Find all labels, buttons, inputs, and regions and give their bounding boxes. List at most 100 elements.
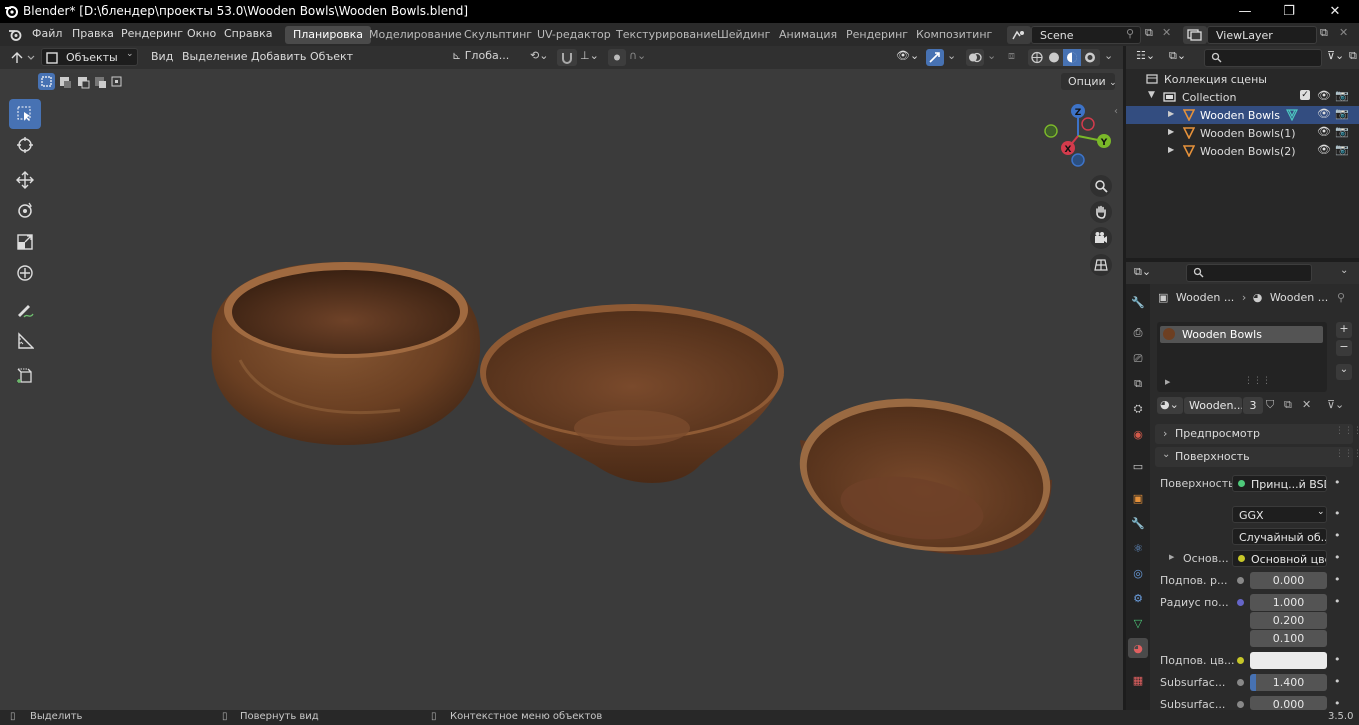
node-link-icon[interactable]: ⊽⌄ <box>1327 398 1344 411</box>
render-camera-icon[interactable]: 📷 <box>1335 143 1349 156</box>
render-camera-icon[interactable]: 📷 <box>1335 89 1349 102</box>
resize-handle-icon[interactable]: ⋮⋮⋮ <box>1244 376 1271 386</box>
tab-rendering[interactable]: Рендеринг <box>838 26 916 44</box>
properties-editor-icon[interactable]: ⧉⌄ <box>1134 265 1151 279</box>
surface-panel-header[interactable]: ⌄ Поверхность ⋮⋮⋮ <box>1155 447 1359 467</box>
outliner-row-scene-collection[interactable]: Коллекция сцены <box>1126 70 1359 88</box>
tab-world-icon[interactable]: ◉ <box>1128 424 1148 444</box>
material-specials-button[interactable]: ⌄ <box>1336 364 1352 380</box>
annotate-tool[interactable] <box>9 295 41 325</box>
scale-tool[interactable] <box>9 227 41 257</box>
keyframe-dot-icon[interactable]: • <box>1334 675 1341 688</box>
display-mode-icon[interactable]: ⧉⌄ <box>1169 49 1186 63</box>
editor-type-button[interactable] <box>8 49 38 66</box>
subsurface-ior-field[interactable]: 1.400 <box>1250 674 1327 691</box>
tab-texture-icon[interactable]: ▦ <box>1128 670 1148 690</box>
subsurface-color-swatch[interactable] <box>1250 652 1327 669</box>
render-camera-icon[interactable]: 📷 <box>1335 107 1349 120</box>
add-material-slot-button[interactable]: + <box>1336 322 1352 338</box>
subsurface-method-dropdown[interactable]: Случайный об... <box>1232 528 1327 545</box>
pan-button[interactable] <box>1090 201 1112 223</box>
expand-arrow-icon[interactable]: ▶ <box>1168 145 1174 154</box>
drag-handle-icon[interactable]: ⋮⋮⋮ <box>1335 426 1359 436</box>
collapse-arrow-icon[interactable]: ▼ <box>1148 90 1155 100</box>
keyframe-dot-icon[interactable]: • <box>1334 476 1341 489</box>
remove-material-slot-button[interactable]: − <box>1336 340 1352 356</box>
expand-arrow-icon[interactable]: ▶ <box>1165 378 1170 386</box>
keyframe-dot-icon[interactable]: • <box>1334 653 1341 666</box>
measure-tool[interactable] <box>9 326 41 356</box>
tab-uv-editing[interactable]: UV-редактор <box>529 26 619 44</box>
expand-arrow-icon[interactable]: ▶ <box>1169 553 1174 561</box>
exclude-checkbox[interactable]: ✓ <box>1300 90 1310 100</box>
tab-data-icon[interactable]: ▽ <box>1128 613 1148 633</box>
keyframe-dot-icon[interactable]: • <box>1334 573 1341 586</box>
tab-object-icon[interactable]: ▣ <box>1128 488 1148 508</box>
tab-material-icon[interactable]: ◕ <box>1128 638 1148 658</box>
shading-menu-chevron-icon[interactable]: ⌄ <box>1104 49 1113 62</box>
base-color-link-field[interactable]: Основной цвет <box>1232 550 1327 567</box>
keyframe-dot-icon[interactable]: • <box>1334 595 1341 608</box>
eye-icon[interactable]: 👁 <box>1317 89 1331 102</box>
close-button[interactable]: ✕ <box>1312 0 1358 23</box>
menu-help[interactable]: Справка <box>224 27 272 40</box>
menu-render[interactable]: Рендеринг <box>121 27 183 40</box>
outliner-search-input[interactable] <box>1204 49 1322 67</box>
eye-icon[interactable]: 👁 <box>1317 125 1331 138</box>
menu-add[interactable]: Добавить <box>251 50 306 63</box>
visibility-selector-icon[interactable]: 👁⌄ <box>896 49 919 62</box>
keyframe-dot-icon[interactable]: • <box>1334 507 1341 520</box>
rotate-tool[interactable] <box>9 196 41 226</box>
subsurface-value-field[interactable]: 0.000 <box>1250 572 1327 589</box>
options-dropdown[interactable]: Опции ⌄ <box>1061 73 1117 90</box>
bowl-1[interactable] <box>211 262 481 445</box>
bowl-2[interactable] <box>480 304 784 484</box>
preview-panel-header[interactable]: › Предпросмотр ⋮⋮⋮ <box>1155 424 1359 444</box>
tab-output-icon[interactable]: ⎚ <box>1128 349 1148 369</box>
view-layer-name-field[interactable]: ViewLayer <box>1207 26 1317 44</box>
delete-view-layer-icon[interactable]: ✕ <box>1339 26 1348 39</box>
perspective-toggle-button[interactable] <box>1090 254 1112 276</box>
snap-target-icon[interactable]: ⊥⌄ <box>580 49 599 62</box>
selection-modes-icon[interactable] <box>38 73 124 90</box>
tab-shading[interactable]: Шейдинг <box>709 26 778 44</box>
move-tool[interactable] <box>9 165 41 195</box>
render-camera-icon[interactable]: 📷 <box>1335 125 1349 138</box>
snap-toggle[interactable] <box>557 49 577 66</box>
tab-animation[interactable]: Анимация <box>771 26 845 44</box>
tab-tool-icon[interactable]: 🔧 <box>1128 292 1148 312</box>
tab-render-icon[interactable]: ⎙ <box>1128 323 1148 343</box>
browse-material-button[interactable]: ◕⌄ <box>1157 397 1183 414</box>
surface-shader-selector[interactable]: Принц...й BSDF <box>1232 475 1327 492</box>
add-cube-tool[interactable] <box>9 361 41 391</box>
subsurface-radius-z-field[interactable]: 0.100 <box>1250 630 1327 647</box>
gizmo-menu-chevron-icon[interactable]: ⌄ <box>947 49 956 62</box>
expand-arrow-icon[interactable]: ▶ <box>1168 127 1174 136</box>
drag-handle-icon[interactable]: ⋮⋮⋮ <box>1335 449 1359 459</box>
keyframe-dot-icon[interactable]: • <box>1334 551 1341 564</box>
transform-orientation-selector[interactable]: ⊾ Глоба... <box>452 49 522 66</box>
bowl-3[interactable] <box>790 383 1060 567</box>
menu-window[interactable]: Окно <box>187 27 216 40</box>
xray-toggle-icon[interactable]: ⧈ <box>1008 49 1015 63</box>
scene-name-field[interactable]: Scene <box>1031 26 1141 44</box>
tab-scene-icon[interactable]: ⛭ <box>1128 399 1148 419</box>
new-collection-icon[interactable]: ⧉ <box>1349 49 1357 63</box>
tab-view-layer-icon[interactable]: ⧉ <box>1128 374 1148 394</box>
new-scene-icon[interactable]: ⧉ <box>1145 26 1153 40</box>
scene-browse-button[interactable] <box>1007 26 1031 44</box>
menu-select[interactable]: Выделение <box>182 50 248 63</box>
user-count-badge[interactable]: 3 <box>1243 397 1263 414</box>
eye-icon[interactable]: 👁 <box>1317 107 1331 120</box>
delete-scene-icon[interactable]: ✕ <box>1162 26 1171 39</box>
minimize-button[interactable]: — <box>1222 0 1268 23</box>
distribution-dropdown[interactable]: GGX ⌄ <box>1232 506 1327 523</box>
material-name-field[interactable]: Wooden... <box>1184 397 1242 414</box>
subsurface-radius-y-field[interactable]: 0.200 <box>1250 612 1327 629</box>
pivot-point-icon[interactable]: ⟲⌄ <box>530 49 548 62</box>
subsurface-anisotropy-field[interactable]: 0.000 <box>1250 696 1327 710</box>
tab-texture-paint[interactable]: Текстурирование <box>608 26 725 44</box>
falloff-icon[interactable]: ∩⌄ <box>629 49 646 62</box>
camera-view-button[interactable] <box>1090 227 1112 249</box>
properties-search-input[interactable] <box>1186 264 1312 282</box>
